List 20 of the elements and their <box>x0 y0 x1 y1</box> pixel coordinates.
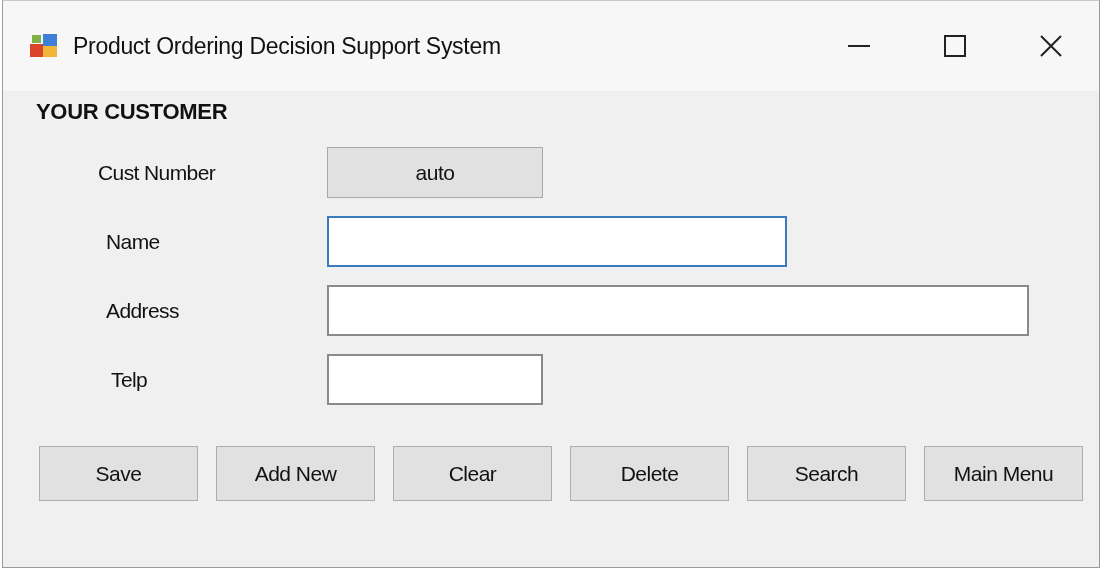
app-icon <box>29 32 59 60</box>
value-box: auto <box>327 147 543 198</box>
text-field[interactable] <box>327 354 543 405</box>
window-title: Product Ordering Decision Support System <box>73 32 502 60</box>
text-field[interactable] <box>327 216 787 267</box>
text-field[interactable] <box>327 285 1029 336</box>
field-label: Telp <box>111 367 148 392</box>
field-label: Address <box>106 298 179 323</box>
action-button[interactable]: Main Menu <box>924 446 1083 501</box>
close-icon[interactable] <box>1039 34 1063 58</box>
action-button[interactable]: Delete <box>570 446 729 501</box>
action-button[interactable]: Save <box>39 446 198 501</box>
field-label: Name <box>106 229 160 254</box>
action-button[interactable]: Clear <box>393 446 552 501</box>
action-button[interactable]: Search <box>747 446 906 501</box>
field-label: Cust Number <box>98 160 216 185</box>
minimize-icon[interactable] <box>848 44 870 48</box>
action-button[interactable]: Add New <box>216 446 375 501</box>
section-heading: YOUR CUSTOMER <box>36 99 228 125</box>
maximize-icon[interactable] <box>944 35 966 57</box>
